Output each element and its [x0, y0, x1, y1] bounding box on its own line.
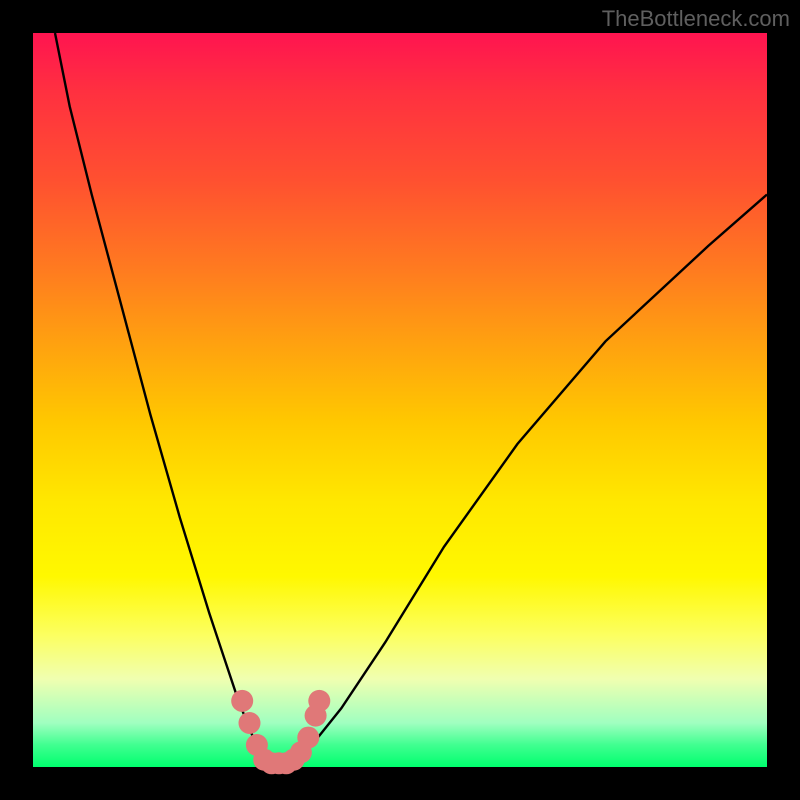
- marker-point: [231, 690, 253, 712]
- marker-point: [308, 690, 330, 712]
- chart-svg: [0, 0, 800, 800]
- marker-point: [239, 712, 261, 734]
- highlight-markers: [231, 690, 330, 774]
- curve-path: [55, 33, 767, 767]
- marker-point: [297, 727, 319, 749]
- bottleneck-curve: [55, 33, 767, 767]
